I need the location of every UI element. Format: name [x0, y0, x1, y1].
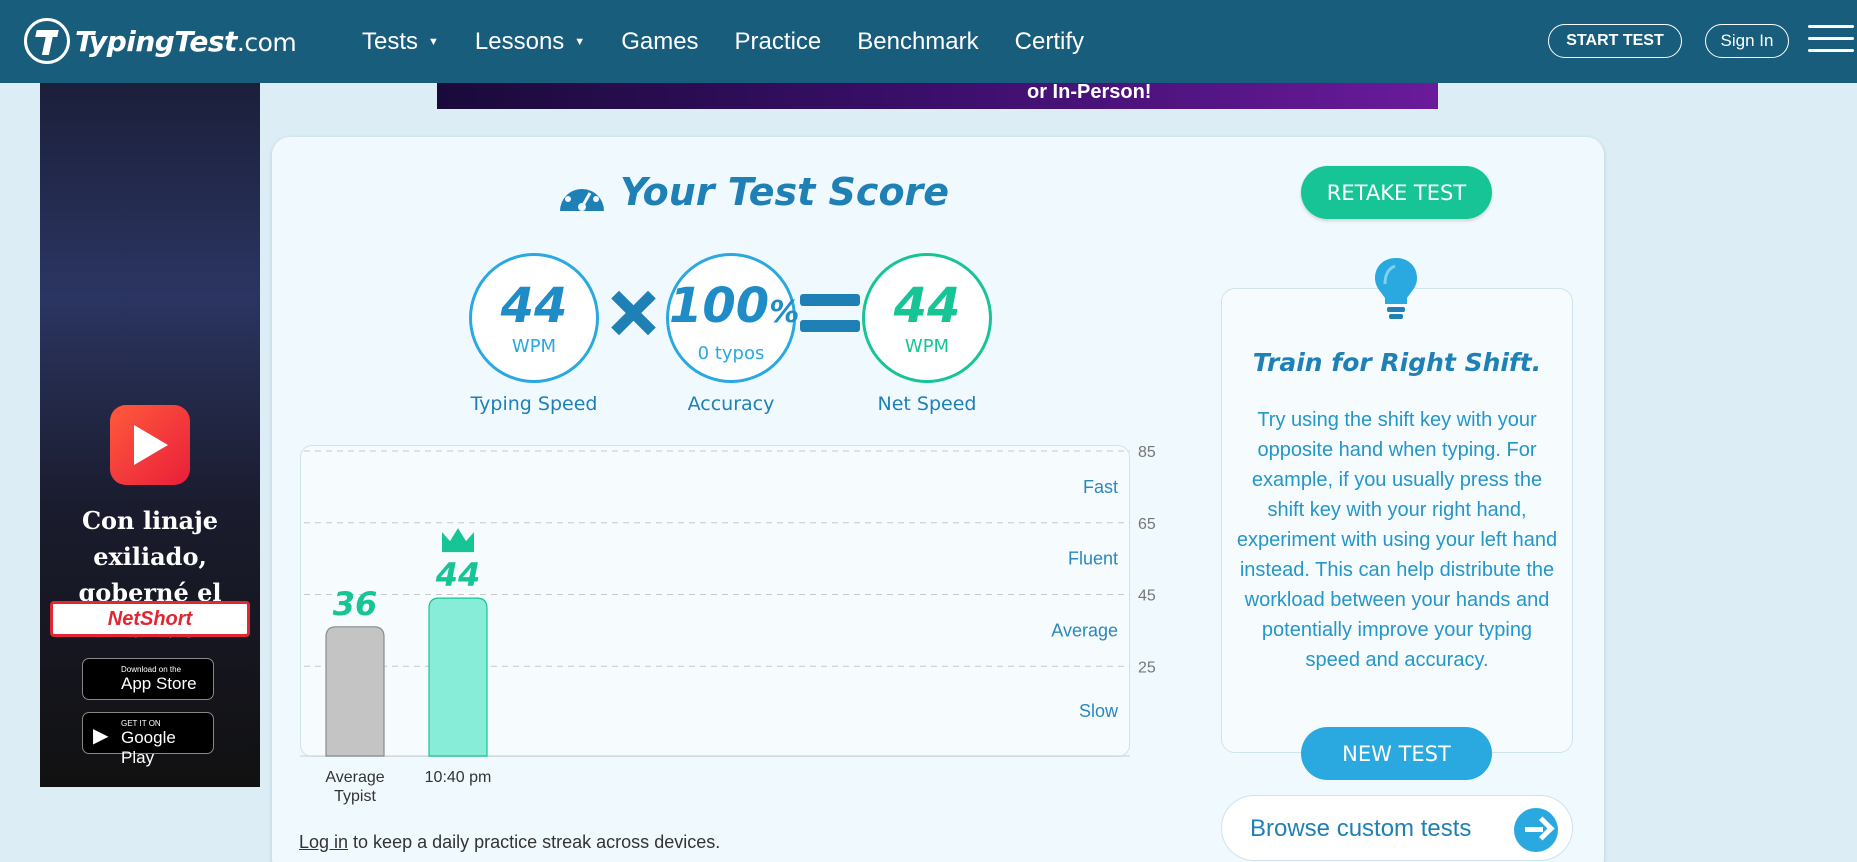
top-navigation-bar: TypingTest.com Tests ▼ Lessons ▼ Games Pra… — [0, 0, 1857, 83]
accuracy-caption: Accuracy — [687, 393, 775, 415]
hamburger-menu-icon[interactable] — [1808, 25, 1854, 57]
app-store-badge[interactable]: Download on the App Store — [82, 658, 214, 700]
accuracy-unit: % — [769, 295, 800, 330]
bar-label-current-test: 10:40 pm — [424, 769, 492, 786]
top-banner-ad[interactable]: or In-Person! — [437, 83, 1438, 109]
lightbulb-icon — [1375, 258, 1417, 319]
ad-app-icon — [110, 405, 190, 485]
typos-count: 0 typos — [697, 343, 765, 364]
browse-label: Browse custom tests — [1250, 815, 1472, 842]
typing-speed-circle: 44 WPM — [469, 253, 599, 383]
logo-icon — [24, 18, 70, 64]
chevron-down-icon: ▼ — [428, 35, 439, 48]
accuracy-circle: 100% 0 typos — [666, 253, 800, 383]
net-speed-caption: Net Speed — [877, 393, 977, 415]
net-speed-circle: 44 WPM — [862, 253, 992, 383]
chevron-down-icon: ▼ — [574, 35, 586, 48]
ad-brand-search: NetShort — [50, 601, 250, 637]
tip-body: Try using the shift key with your opposi… — [1236, 409, 1558, 671]
bar-average-typist — [325, 626, 385, 757]
speedometer-icon — [560, 179, 604, 211]
zone-label-fluent: Fluent — [1068, 549, 1118, 569]
y-tick-label: 25 — [1138, 659, 1156, 676]
log-in-link[interactable]: Log in — [299, 832, 348, 852]
bar-value-label: 36 — [333, 585, 378, 623]
site-logo[interactable]: TypingTest.com — [24, 18, 297, 64]
typing-speed-unit: WPM — [511, 336, 557, 357]
nav-practice[interactable]: Practice — [735, 28, 822, 56]
speed-chart: 25 45 65 85 Slow Average Fluent Fast 36 44 — [300, 444, 1156, 757]
arrow-right-icon — [1514, 808, 1558, 852]
nav-benchmark[interactable]: Benchmark — [857, 28, 978, 56]
y-tick-label: 65 — [1138, 516, 1156, 533]
zone-label-average: Average — [1051, 620, 1118, 640]
left-sidebar-ad[interactable]: Con linaje exiliado, goberné el mundo Ne… — [40, 83, 260, 787]
nav-games[interactable]: Games — [621, 28, 698, 56]
play-icon: ▶ — [93, 723, 109, 747]
tip-title: Train for Right Shift. — [1252, 348, 1542, 377]
google-play-badge[interactable]: ▶ GET IT ON Google Play — [82, 712, 214, 767]
bar-current-test — [428, 597, 488, 757]
net-speed-value: 44 — [893, 278, 961, 334]
bar-label-average-typist: Average Typist — [325, 769, 385, 805]
typing-speed-value: 44 — [500, 278, 568, 334]
browse-custom-tests-button[interactable]: Browse custom tests — [1221, 795, 1573, 861]
y-tick-label: 85 — [1138, 444, 1156, 461]
nav-lessons[interactable]: Lessons ▼ — [475, 28, 585, 56]
practice-streak-note: Log in to keep a daily practice streak a… — [299, 832, 721, 852]
bar-value-label: 44 — [435, 556, 481, 594]
score-title: Your Test Score — [556, 170, 949, 214]
y-tick-label: 45 — [1138, 588, 1156, 605]
zone-label-slow: Slow — [1079, 701, 1119, 721]
new-test-button[interactable]: NEW TEST — [1301, 727, 1492, 780]
accuracy-value: 100 — [669, 278, 770, 334]
equals-icon — [800, 294, 860, 332]
start-test-button[interactable]: START TEST — [1548, 24, 1682, 58]
logo-text: TypingTest — [75, 24, 237, 58]
sign-in-button[interactable]: Sign In — [1705, 24, 1789, 58]
typing-speed-caption: Typing Speed — [470, 393, 598, 415]
net-speed-unit: WPM — [904, 336, 950, 357]
main-nav: Tests ▼ Lessons ▼ Games Practice Benchmark… — [362, 0, 1120, 83]
logo-domain: .com — [236, 27, 297, 57]
crown-icon — [442, 528, 474, 553]
zone-label-fast: Fast — [1083, 477, 1118, 497]
nav-tests[interactable]: Tests ▼ — [362, 28, 439, 56]
retake-test-button[interactable]: RETAKE TEST — [1301, 166, 1492, 219]
ad-top-text: or In-Person! — [1027, 83, 1152, 103]
nav-certify[interactable]: Certify — [1015, 28, 1084, 56]
multiply-icon — [608, 289, 656, 337]
